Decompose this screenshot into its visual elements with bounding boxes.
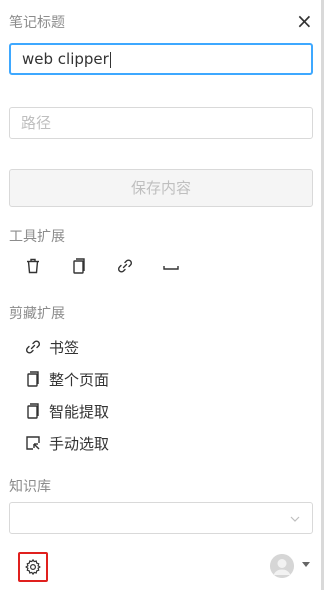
clip-item-label: 智能提取	[49, 402, 110, 421]
clip-item-smart-extract[interactable]: 智能提取	[24, 400, 109, 422]
tools-section-label: 工具扩展	[9, 229, 65, 245]
clip-item-label: 手动选取	[49, 434, 110, 453]
gear-icon	[24, 558, 42, 576]
knowledge-base-select[interactable]	[9, 502, 313, 534]
note-title-input[interactable]: web clipper	[9, 43, 313, 75]
minus-icon[interactable]	[162, 257, 180, 275]
chevron-down-icon	[288, 511, 302, 525]
clip-item-label: 书签	[49, 338, 80, 357]
page-icon	[24, 370, 42, 388]
save-content-button[interactable]: 保存内容	[9, 169, 313, 207]
select-icon	[24, 434, 42, 452]
path-placeholder: 路径	[21, 114, 52, 132]
link-icon[interactable]	[116, 257, 134, 275]
avatar[interactable]	[270, 554, 294, 578]
caret-down-icon[interactable]	[302, 562, 310, 567]
clip-item-full-page[interactable]: 整个页面	[24, 368, 109, 390]
settings-button[interactable]	[18, 552, 48, 582]
note-title-label: 笔记标题	[9, 15, 65, 31]
note-title-value: web clipper	[22, 50, 109, 68]
path-input[interactable]: 路径	[9, 107, 313, 139]
page-icon	[24, 402, 42, 420]
clip-item-manual-select[interactable]: 手动选取	[24, 432, 109, 454]
clip-item-label: 整个页面	[49, 370, 110, 389]
clip-item-bookmark[interactable]: 书签	[24, 336, 79, 358]
text-caret	[109, 51, 111, 68]
copy-icon[interactable]	[70, 257, 88, 275]
link-icon	[24, 338, 42, 356]
close-icon[interactable]: ×	[296, 11, 313, 31]
knowledge-base-label: 知识库	[9, 479, 51, 495]
clip-section-label: 剪藏扩展	[9, 306, 65, 322]
trash-icon[interactable]	[24, 257, 42, 275]
